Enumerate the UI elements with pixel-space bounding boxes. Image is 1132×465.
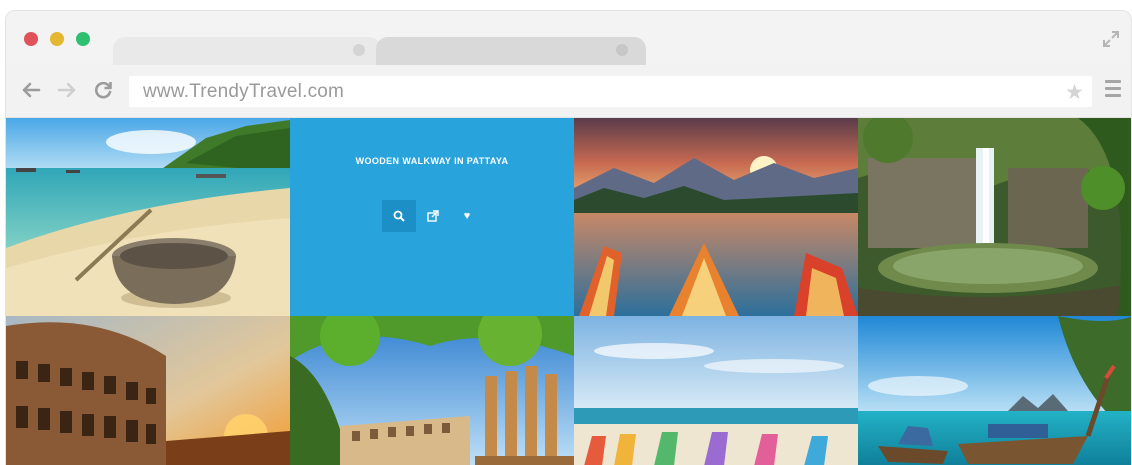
roman-forum-photo [290, 316, 574, 465]
reload-icon[interactable] [92, 79, 114, 106]
maximize-window-button[interactable] [76, 32, 90, 46]
browser-window: www.TrendyTravel.com ★ WOODEN WALKWAY IN… [5, 10, 1132, 465]
gallery-item-mountain-lake-boats[interactable] [574, 118, 858, 316]
gallery-item-longtail-boats[interactable] [858, 316, 1131, 465]
title-bar [6, 11, 1131, 65]
beach-photo [6, 118, 290, 316]
longtail-boats-photo [858, 316, 1131, 465]
waterfall-photo [858, 118, 1131, 316]
gallery-item-colosseum[interactable] [6, 316, 290, 465]
colosseum-photo [6, 316, 290, 465]
navigation-bar: www.TrendyTravel.com ★ [6, 65, 1131, 118]
back-arrow-icon[interactable] [20, 79, 42, 105]
gallery-item-roman-forum[interactable] [290, 316, 574, 465]
beach-chairs-photo [574, 316, 858, 465]
expand-icon[interactable] [1101, 30, 1121, 50]
gallery-item-wooden-walkway[interactable]: WOODEN WALKWAY IN PATTAYA ♥ [290, 118, 574, 316]
minimize-window-button[interactable] [50, 32, 64, 46]
forward-arrow-icon[interactable] [56, 79, 78, 105]
address-bar[interactable]: www.TrendyTravel.com ★ [129, 76, 1092, 107]
browser-tab-2[interactable] [376, 37, 646, 65]
zoom-icon[interactable] [382, 200, 416, 232]
external-link-icon[interactable] [416, 200, 450, 232]
tab-close-icon[interactable] [616, 44, 628, 56]
browser-tab-1[interactable] [113, 37, 381, 65]
gallery-item-beach-chairs[interactable] [574, 316, 858, 465]
close-window-button[interactable] [24, 32, 38, 46]
star-icon[interactable]: ★ [1065, 80, 1084, 105]
photo-gallery: WOODEN WALKWAY IN PATTAYA ♥ [6, 118, 1131, 465]
gallery-item-beach-basket-boat[interactable] [6, 118, 290, 316]
url-text: www.TrendyTravel.com [143, 81, 345, 102]
gallery-item-title: WOODEN WALKWAY IN PATTAYA [355, 156, 509, 166]
hamburger-menu-icon[interactable] [1105, 80, 1121, 101]
mountain-lake-photo [574, 118, 858, 316]
heart-icon[interactable]: ♥ [450, 200, 484, 232]
tab-close-icon[interactable] [353, 44, 365, 56]
gallery-item-waterfall[interactable] [858, 118, 1131, 316]
